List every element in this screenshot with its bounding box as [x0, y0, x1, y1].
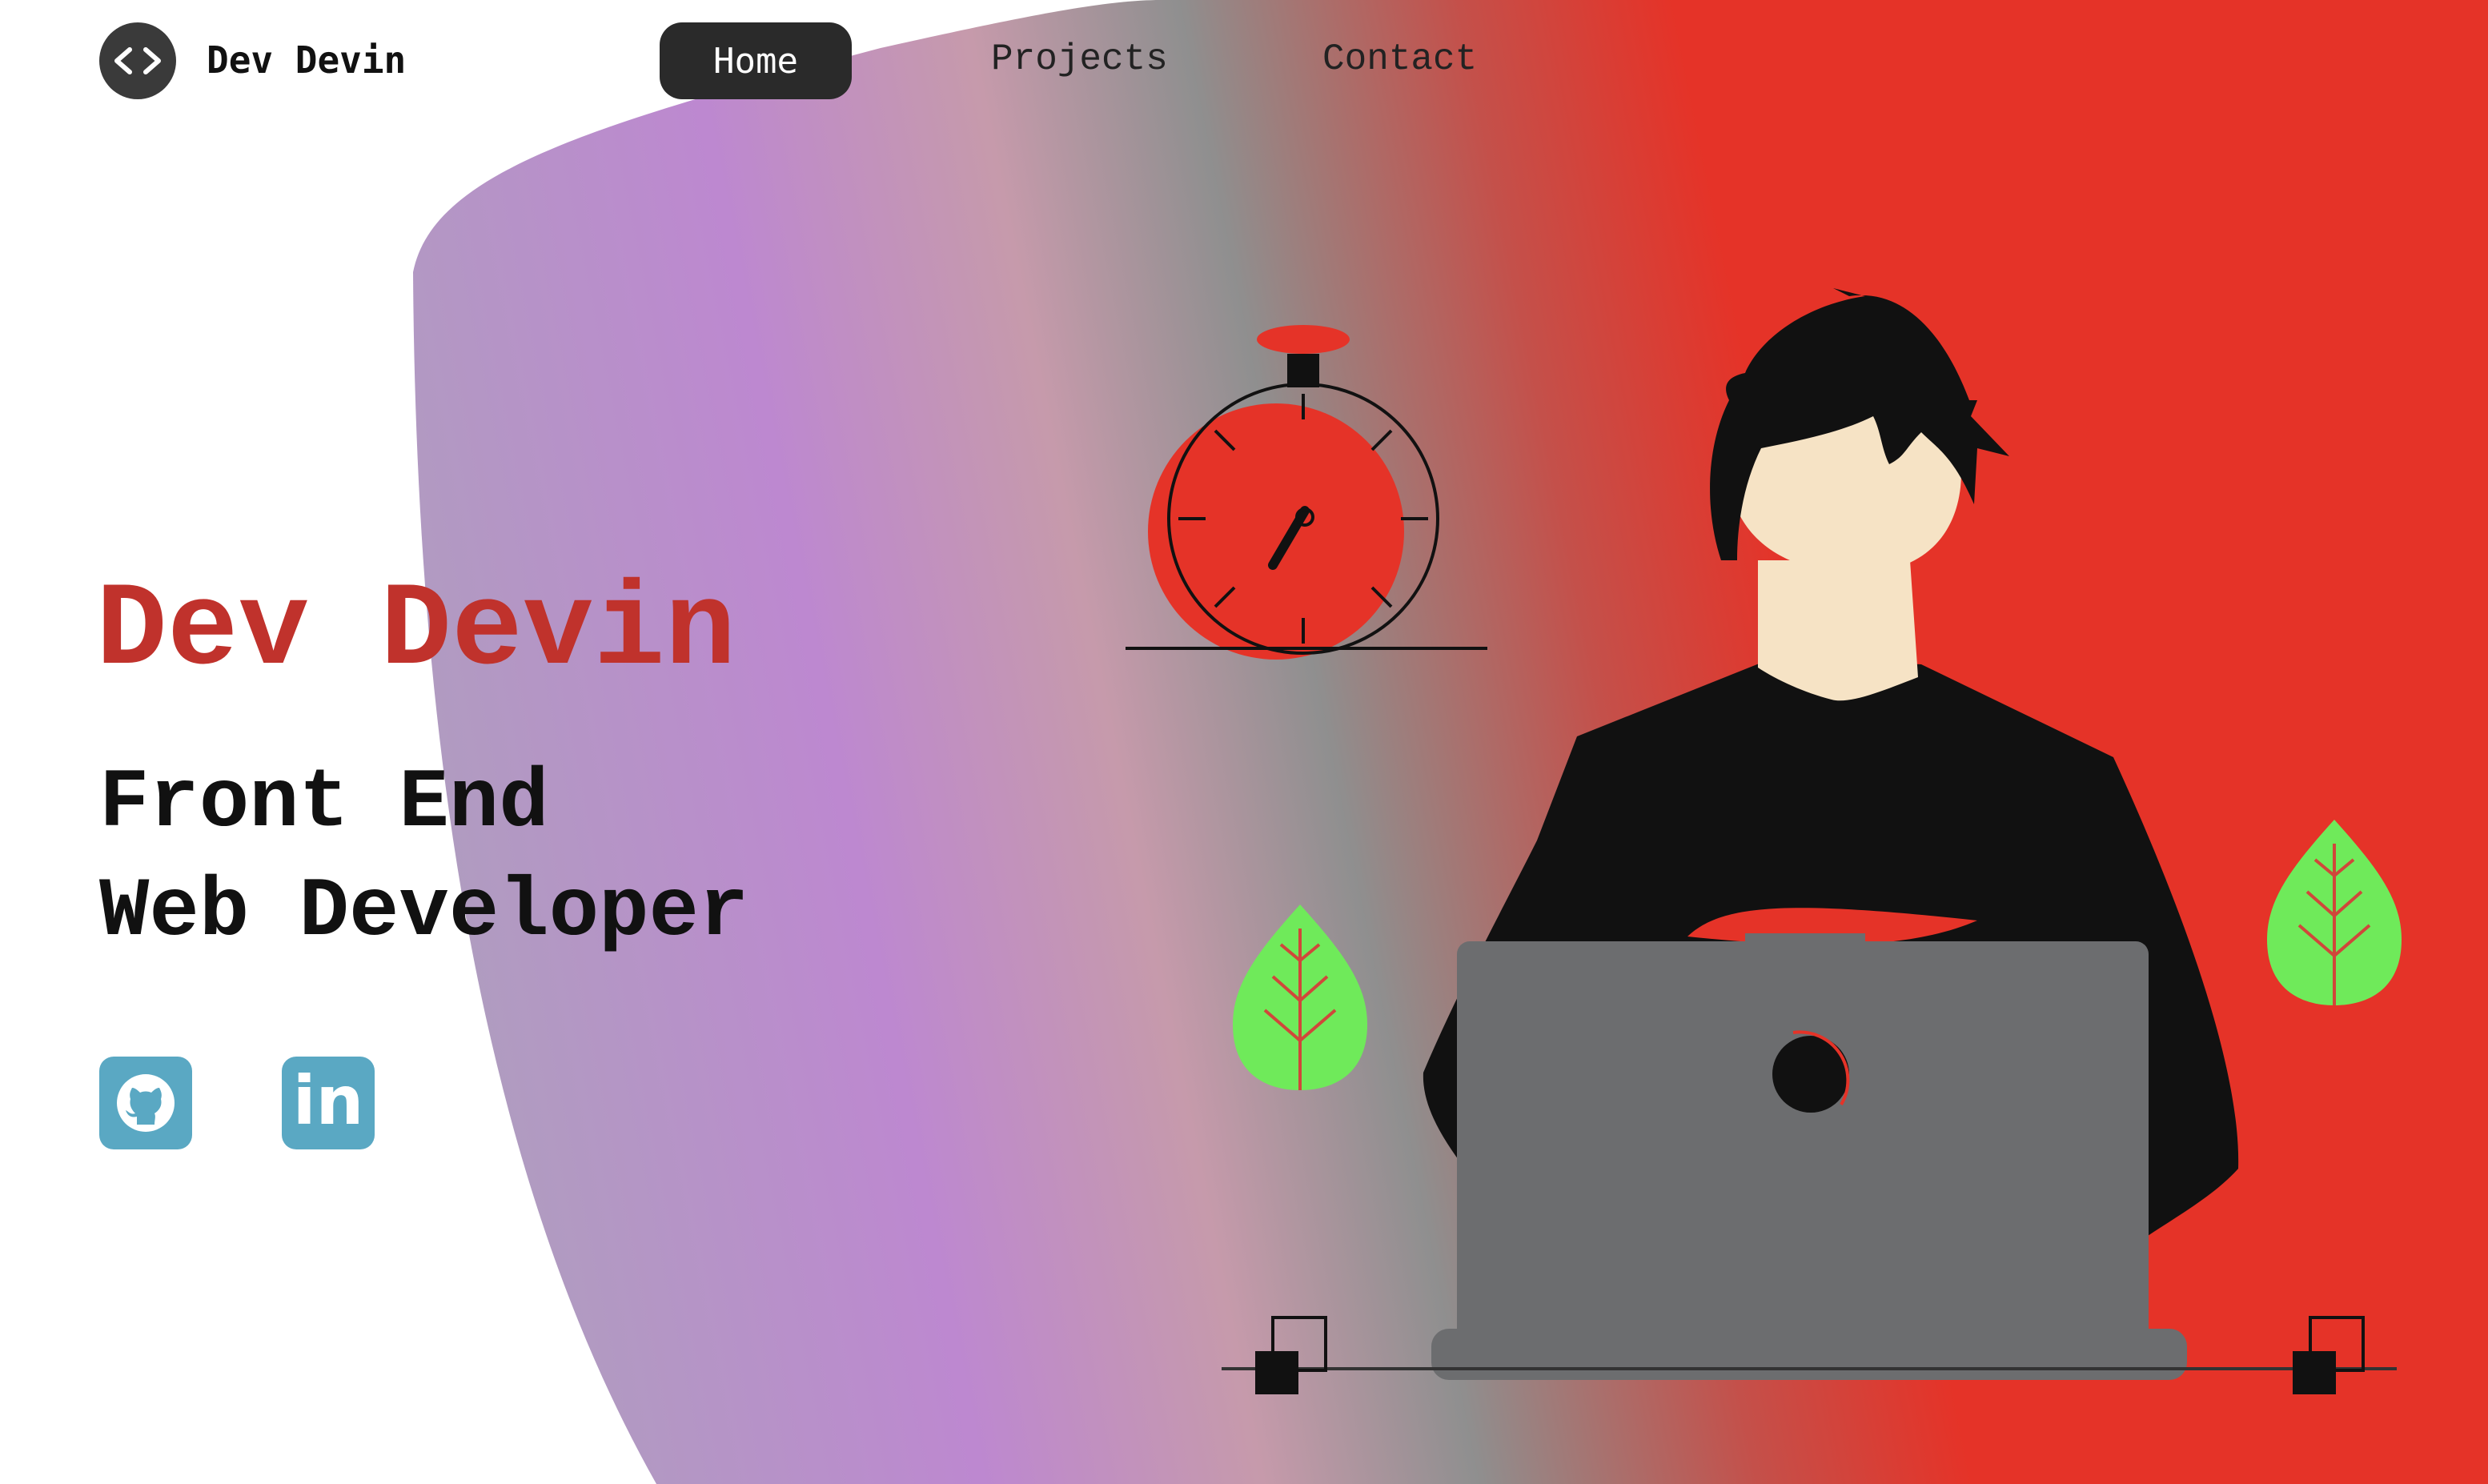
- stopwatch-icon: [1126, 325, 1487, 660]
- github-link[interactable]: [99, 1057, 192, 1149]
- leaf-icon: [2267, 820, 2402, 1005]
- site-logo-text[interactable]: Dev Devin: [207, 38, 406, 82]
- github-icon: [117, 1074, 175, 1132]
- laptop-icon: [1431, 933, 2187, 1380]
- linkedin-icon: in: [292, 1061, 364, 1140]
- leaf-icon: [1233, 904, 1367, 1090]
- nav-link-home[interactable]: Home: [660, 22, 852, 99]
- developer-illustration: [1126, 288, 2402, 1394]
- code-brackets-icon: [114, 47, 161, 74]
- nav-link-contact[interactable]: Contact: [1322, 38, 1477, 80]
- linkedin-link[interactable]: in: [282, 1057, 375, 1149]
- nav-link-projects[interactable]: Projects: [991, 38, 1168, 80]
- hero-title: Front End Web Developer: [99, 749, 748, 967]
- hero-title-line2: Web Developer: [99, 865, 749, 960]
- hero-title-line1: Front End: [99, 756, 549, 851]
- hero-name: Dev Devin: [96, 565, 736, 699]
- logo-badge[interactable]: [99, 22, 176, 99]
